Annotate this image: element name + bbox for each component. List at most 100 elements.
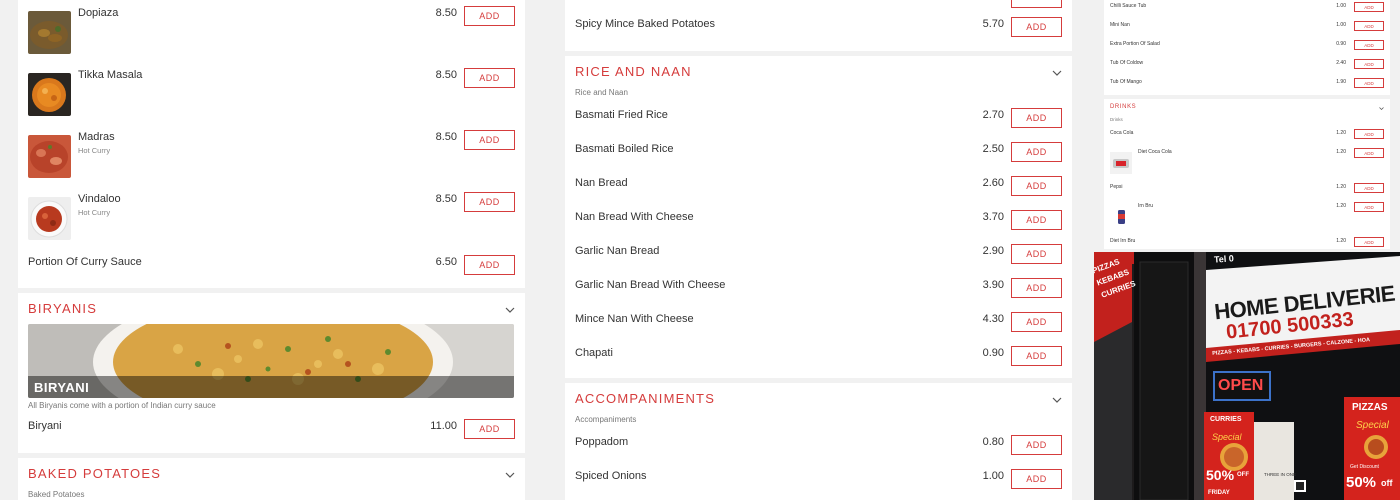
section-title[interactable]: BAKED POTATOES xyxy=(28,466,161,481)
add-button[interactable]: ADD xyxy=(1011,346,1062,366)
chevron-down-icon[interactable] xyxy=(1052,395,1062,405)
open-neon-sign: OPEN xyxy=(1218,377,1264,394)
menu-item[interactable]: Coca Cola 1.20 ADD xyxy=(1110,129,1384,143)
add-button[interactable]: ADD xyxy=(1354,183,1384,193)
biryani-banner: BIRYANI xyxy=(28,324,514,398)
item-price: 0.80 xyxy=(982,436,1004,448)
add-button[interactable]: ADD xyxy=(464,419,515,439)
irn-bru-can-thumbnail xyxy=(1110,206,1132,228)
item-name: Mini Nan xyxy=(1110,22,1130,28)
item-price: 1.20 xyxy=(1336,149,1346,155)
section-title[interactable]: BIRYANIS xyxy=(28,301,97,316)
poster-left-title: CURRIES xyxy=(1210,416,1242,423)
menu-item[interactable]: Spiced Onions 1.00 ADD xyxy=(575,469,1062,500)
item-name: Basmati Fried Rice xyxy=(575,109,668,121)
menu-item[interactable]: Diet Irn Bru 1.20 ADD xyxy=(1110,237,1384,251)
item-name: Garlic Nan Bread With Cheese xyxy=(575,279,726,291)
item-name: Chapati xyxy=(575,347,613,359)
add-button[interactable]: ADD xyxy=(1011,244,1062,264)
menu-item[interactable]: Diet Coca Cola 1.20 ADD xyxy=(1110,148,1384,174)
section-title[interactable]: RICE AND NAAN xyxy=(575,64,692,79)
menu-item[interactable]: Pepsi 1.20 ADD xyxy=(1110,183,1384,197)
item-description: Hot Curry xyxy=(78,146,111,155)
add-button[interactable]: ADD xyxy=(1354,59,1384,69)
menu-item[interactable]: Chilli Sauce Tub 1.00 ADD xyxy=(1110,2,1384,16)
add-button[interactable]: ADD xyxy=(1011,312,1062,332)
poster-right-get: Get Discount xyxy=(1350,464,1379,470)
menu-item[interactable]: Mini Nan 1.00 ADD xyxy=(1110,21,1384,35)
item-name: Madras xyxy=(78,131,115,143)
add-button[interactable]: ADD xyxy=(1011,17,1062,37)
item-name: Diet Irn Bru xyxy=(1110,238,1136,244)
curries-panel: Dopiaza 8.50 ADD Tikka Masala 8.50 ADD M… xyxy=(18,0,525,288)
menu-item[interactable]: Tub Of Coldow 2.40 ADD xyxy=(1110,59,1384,73)
add-button[interactable]: ADD xyxy=(1011,469,1062,489)
menu-item[interactable]: Biryani 11.00 ADD xyxy=(28,419,515,460)
item-price: 8.50 xyxy=(435,193,457,205)
menu-item[interactable]: Irn Bru 1.20 ADD xyxy=(1110,202,1384,228)
add-button[interactable]: ADD xyxy=(1354,78,1384,88)
add-button[interactable]: ADD xyxy=(1354,148,1384,158)
poster-right-special: Special xyxy=(1356,420,1389,431)
item-name: Tikka Masala xyxy=(78,69,143,81)
menu-item[interactable]: Dopiaza 8.50 ADD xyxy=(28,6,515,54)
add-button[interactable]: ADD xyxy=(1354,21,1384,31)
add-button[interactable]: ADD xyxy=(1011,210,1062,230)
add-button[interactable]: ADD xyxy=(1354,237,1384,247)
chevron-down-icon[interactable] xyxy=(1052,68,1062,78)
item-name: Garlic Nan Bread xyxy=(575,245,660,257)
add-button[interactable]: ADD xyxy=(464,192,515,212)
menu-item[interactable]: Spicy Mince Baked Potatoes 5.70 ADD xyxy=(575,17,1062,58)
item-name: Chilli Sauce Tub xyxy=(1110,3,1147,9)
add-button[interactable]: ADD xyxy=(1011,142,1062,162)
section-subtitle: Accompaniments xyxy=(575,415,637,424)
diet-coke-can-thumbnail xyxy=(1110,152,1132,174)
section-subtitle: All Biryanis come with a portion of Indi… xyxy=(28,401,216,410)
poster-right-discount: 50% xyxy=(1346,474,1377,491)
menu-item[interactable]: Portion Of Curry Sauce 6.50 ADD xyxy=(28,255,515,296)
section-subtitle: Baked Potatoes xyxy=(28,490,85,499)
add-button[interactable]: ADD xyxy=(1011,278,1062,298)
poster-right-discount-off: off xyxy=(1381,478,1393,488)
chevron-down-icon[interactable] xyxy=(1379,106,1384,111)
menu-item[interactable]: Vindaloo Hot Curry 8.50 ADD xyxy=(28,192,515,240)
section-subtitle: Drinks xyxy=(1110,117,1123,122)
drinks-panel: DRINKS Drinks Coca Cola 1.20 ADD Diet Co… xyxy=(1104,99,1390,249)
item-name: Nan Bread With Cheese xyxy=(575,211,694,223)
add-button[interactable]: ADD xyxy=(464,255,515,275)
add-button[interactable]: ADD xyxy=(464,68,515,88)
add-button[interactable]: ADD xyxy=(1011,108,1062,128)
poster-left-special: Special xyxy=(1212,432,1242,442)
rice-and-naan-panel: RICE AND NAAN Rice and Naan Basmati Frie… xyxy=(565,56,1072,378)
add-button[interactable]: ADD xyxy=(1011,435,1062,455)
add-button[interactable]: ADD xyxy=(464,130,515,150)
item-price: 8.50 xyxy=(435,7,457,19)
chevron-down-icon[interactable] xyxy=(505,470,515,480)
add-button[interactable]: ADD xyxy=(1354,2,1384,12)
item-price: 2.50 xyxy=(982,143,1004,155)
poster-left-discount-off: OFF xyxy=(1237,472,1249,478)
item-name: Nan Bread xyxy=(575,177,628,189)
menu-item[interactable]: Madras Hot Curry 8.50 ADD xyxy=(28,130,515,178)
add-button[interactable]: ADD xyxy=(1354,202,1384,212)
chevron-down-icon[interactable] xyxy=(505,305,515,315)
menu-item[interactable]: Tub Of Mango 1.90 ADD xyxy=(1110,78,1384,92)
item-price: 2.40 xyxy=(1336,60,1346,66)
menu-item[interactable]: Extra Portion Of Salad 0.90 ADD xyxy=(1110,40,1384,54)
add-button[interactable]: ADD xyxy=(1354,129,1384,139)
section-subtitle: Rice and Naan xyxy=(575,88,628,97)
menu-item[interactable]: Chapati 0.90 ADD xyxy=(575,346,1062,387)
shopfront-photo: Tel 0 HOME DELIVERIE 01700 500333 PIZZAS… xyxy=(1094,252,1400,500)
add-button[interactable]: ADD xyxy=(1011,176,1062,196)
section-title[interactable]: ACCOMPANIMENTS xyxy=(575,391,715,406)
section-title[interactable]: DRINKS xyxy=(1110,104,1136,110)
item-price: 1.20 xyxy=(1336,130,1346,136)
item-name: Dopiaza xyxy=(78,7,119,19)
item-price: 6.50 xyxy=(435,256,457,268)
menu-item[interactable]: Tikka Masala 8.50 ADD xyxy=(28,68,515,116)
add-button-cropped[interactable] xyxy=(1011,0,1062,8)
item-name: Vindaloo xyxy=(78,193,121,205)
item-price: 4.30 xyxy=(982,313,1004,325)
add-button[interactable]: ADD xyxy=(464,6,515,26)
add-button[interactable]: ADD xyxy=(1354,40,1384,50)
